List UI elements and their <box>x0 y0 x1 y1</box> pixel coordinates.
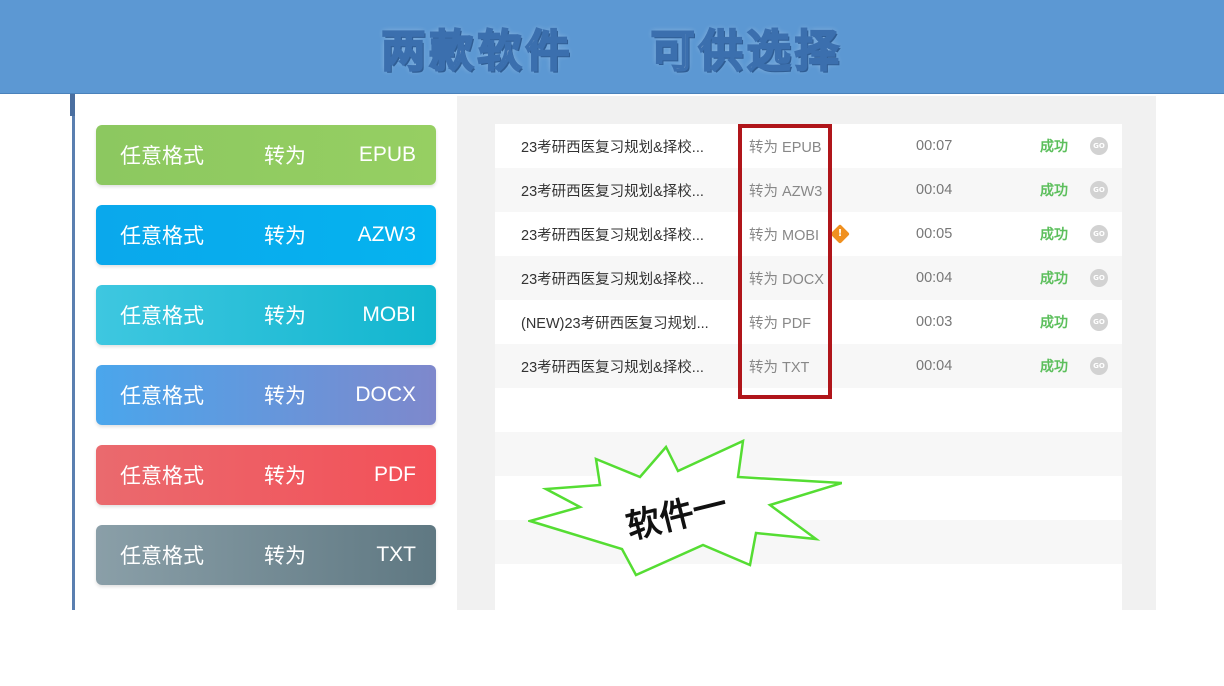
converter-mid-label: 转为 <box>264 464 306 488</box>
converter-mid-label: 转为 <box>264 144 306 168</box>
task-status: 成功 <box>1040 359 1068 375</box>
converter-mid-label: 转为 <box>264 544 306 568</box>
task-status: 成功 <box>1040 271 1068 287</box>
convert-to-txt-button[interactable]: 任意格式 转为 TXT <box>96 525 436 585</box>
converter-target-label: DOCX <box>355 383 416 406</box>
go-icon[interactable]: GO <box>1090 137 1108 155</box>
task-duration: 00:04 <box>916 358 953 374</box>
task-status: 成功 <box>1040 183 1068 199</box>
converter-source-label: 任意格式 <box>120 304 204 328</box>
task-file-name: 23考研西医复习规划&择校... <box>521 183 704 200</box>
header-banner: 两款软件 可供选择 <box>0 0 1224 94</box>
converter-source-label: 任意格式 <box>120 544 204 568</box>
go-icon[interactable]: GO <box>1090 181 1108 199</box>
go-icon[interactable]: GO <box>1090 225 1108 243</box>
go-icon[interactable]: GO <box>1090 313 1108 331</box>
go-icon[interactable]: GO <box>1090 269 1108 287</box>
warning-icon[interactable]: ! <box>830 224 850 244</box>
converter-source-label: 任意格式 <box>120 384 204 408</box>
converter-target-label: EPUB <box>358 143 416 166</box>
task-file-name: 23考研西医复习规划&择校... <box>521 359 704 376</box>
task-duration: 00:07 <box>916 138 953 154</box>
convert-to-epub-button[interactable]: 任意格式 转为 EPUB <box>96 125 436 185</box>
converter-source-label: 任意格式 <box>120 464 204 488</box>
task-duration: 00:05 <box>916 226 953 242</box>
task-file-name: 23考研西医复习规划&择校... <box>521 139 704 156</box>
converter-target-label: PDF <box>374 463 416 486</box>
convert-to-docx-button[interactable]: 任意格式 转为 DOCX <box>96 365 436 425</box>
task-status: 成功 <box>1040 139 1068 155</box>
converter-mid-label: 转为 <box>264 304 306 328</box>
task-status: 成功 <box>1040 315 1068 331</box>
converter-source-label: 任意格式 <box>120 144 204 168</box>
task-duration: 00:04 <box>916 270 953 286</box>
task-status: 成功 <box>1040 227 1068 243</box>
converter-mid-label: 转为 <box>264 224 306 248</box>
task-duration: 00:03 <box>916 314 953 330</box>
task-file-name: 23考研西医复习规划&择校... <box>521 271 704 288</box>
go-icon[interactable]: GO <box>1090 357 1108 375</box>
convert-to-pdf-button[interactable]: 任意格式 转为 PDF <box>96 445 436 505</box>
converter-target-label: TXT <box>376 543 416 566</box>
converter-target-label: AZW3 <box>357 223 416 246</box>
format-highlight-box <box>738 124 832 399</box>
task-file-name: 23考研西医复习规划&择校... <box>521 227 704 244</box>
converter-panel: 任意格式 转为 EPUB 任意格式 转为 AZW3 任意格式 转为 MOBI 任… <box>75 96 457 610</box>
converter-source-label: 任意格式 <box>120 224 204 248</box>
converter-mid-label: 转为 <box>264 384 306 408</box>
convert-to-azw3-button[interactable]: 任意格式 转为 AZW3 <box>96 205 436 265</box>
converter-target-label: MOBI <box>362 303 416 326</box>
task-file-name: (NEW)23考研西医复习规划... <box>521 315 709 332</box>
task-duration: 00:04 <box>916 182 953 198</box>
starburst-callout: 软件一 <box>528 438 842 577</box>
banner-title: 两款软件 可供选择 <box>380 25 843 78</box>
convert-to-mobi-button[interactable]: 任意格式 转为 MOBI <box>96 285 436 345</box>
